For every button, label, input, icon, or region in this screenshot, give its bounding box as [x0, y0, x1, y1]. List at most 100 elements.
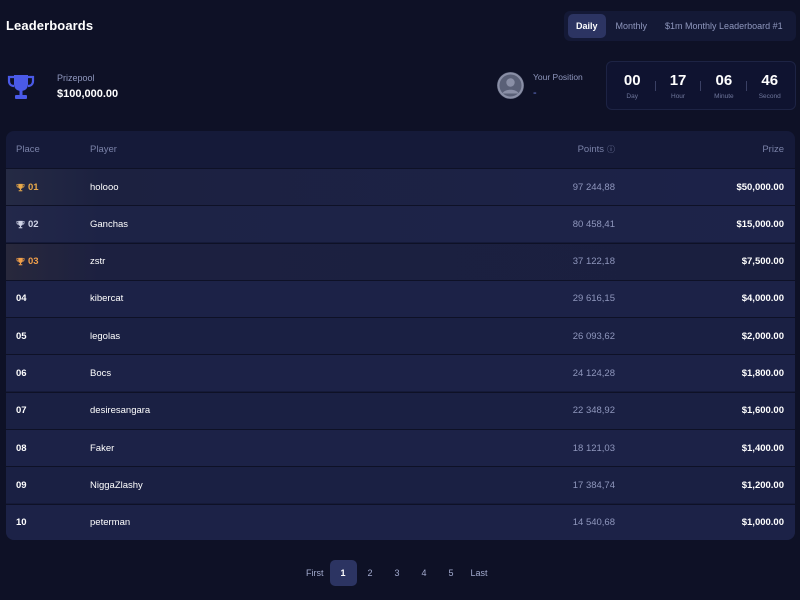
column-header-player: Player — [90, 144, 117, 155]
column-header-place: Place — [16, 144, 40, 155]
row-place: 02 — [6, 219, 90, 230]
your-position-label: Your Position — [533, 72, 583, 82]
tab-daily[interactable]: Daily — [568, 14, 606, 38]
table-body: 01 holooo 97 244,88 $50,000.00 02 Ganchas 80 4… — [6, 168, 795, 540]
info-icon[interactable]: ⓘ — [607, 144, 615, 155]
column-header-prize: Prize — [762, 144, 784, 155]
pagination: First 12345 Last — [300, 560, 494, 586]
row-points: 14 540,68 — [572, 517, 615, 529]
page-4-button[interactable]: 4 — [411, 560, 438, 586]
page-1-button[interactable]: 1 — [329, 560, 357, 586]
row-player: peterman — [90, 517, 131, 529]
row-player: Ganchas — [90, 218, 129, 230]
countdown-second-value: 46 — [761, 71, 779, 89]
row-place: 10 — [6, 517, 90, 528]
countdown-timer: 00 Day 17 Hour 06 Minute 46 Second — [606, 61, 796, 110]
user-avatar-icon — [497, 72, 524, 99]
row-points: 29 616,15 — [572, 293, 615, 305]
row-points: 97 244,88 — [572, 181, 615, 193]
row-player: kibercat — [90, 293, 124, 305]
row-points: 17 384,74 — [572, 479, 615, 491]
row-place-value: 03 — [28, 256, 39, 268]
row-place-value: 05 — [16, 330, 27, 342]
row-player: desiresangara — [90, 405, 151, 417]
page-last-button[interactable]: Last — [465, 560, 494, 586]
row-player: holooo — [90, 181, 119, 193]
table-row: 02 Ganchas 80 458,41 $15,000.00 — [6, 205, 795, 243]
table-row: 06 Bocs 24 124,28 $1,800.00 — [6, 354, 795, 392]
row-prize: $1,800.00 — [741, 367, 784, 379]
row-prize: $50,000.00 — [736, 181, 784, 193]
countdown-day: 00 Day — [612, 72, 652, 100]
page-title: Leaderboards — [6, 18, 94, 33]
countdown-separator — [654, 80, 656, 91]
page-first-button[interactable]: First — [300, 560, 330, 586]
leaderboard-table: Place Player Points ⓘ Prize 01 holooo 97 24… — [6, 131, 795, 540]
column-header-points: Points ⓘ — [415, 144, 615, 155]
row-player: NiggaZlashy — [90, 479, 143, 491]
row-points: 22 348,92 — [572, 405, 615, 417]
row-player: legolas — [90, 330, 121, 342]
trophy-icon — [16, 183, 25, 191]
table-header: Place Player Points ⓘ Prize — [6, 131, 795, 168]
countdown-minute-label: Minute — [714, 92, 734, 100]
row-points: 26 093,62 — [572, 330, 615, 342]
trophy-icon — [16, 220, 25, 229]
row-place-value: 08 — [16, 442, 27, 454]
table-row: 07 desiresangara 22 348,92 $1,600.00 — [6, 391, 795, 429]
row-place: 08 — [6, 443, 90, 454]
period-tabs: Daily Monthly $1m Monthly Leaderboard #1 — [564, 11, 796, 41]
your-position-value: - — [533, 87, 537, 99]
countdown-hour: 17 Hour — [658, 72, 698, 100]
row-points: 80 458,41 — [572, 218, 615, 230]
table-row: 09 NiggaZlashy 17 384,74 $1,200.00 — [6, 466, 795, 504]
row-place-value: 10 — [16, 517, 27, 529]
row-place-value: 02 — [28, 218, 39, 230]
trophy-icon — [16, 257, 25, 266]
row-prize: $4,000.00 — [741, 293, 784, 305]
row-place-value: 09 — [16, 479, 27, 491]
tab-monthly[interactable]: Monthly — [608, 14, 656, 38]
row-place-value: 07 — [16, 405, 27, 417]
row-prize: $15,000.00 — [736, 218, 784, 230]
row-points: 37 122,18 — [572, 256, 615, 268]
countdown-minute-value: 06 — [715, 71, 733, 89]
table-row: 04 kibercat 29 616,15 $4,000.00 — [6, 279, 795, 317]
countdown-hour-label: Hour — [671, 92, 686, 100]
table-row: 08 Faker 18 121,03 $1,400.00 — [6, 429, 795, 467]
countdown-second-label: Second — [758, 92, 781, 100]
countdown-minute: 06 Minute — [704, 72, 744, 100]
row-prize: $1,600.00 — [741, 405, 784, 417]
column-header-points-label: Points — [577, 144, 604, 155]
row-prize: $1,400.00 — [741, 442, 784, 454]
countdown-day-value: 00 — [623, 71, 641, 89]
page-3-button[interactable]: 3 — [384, 560, 411, 586]
tab-1m-monthly-leaderboard[interactable]: $1m Monthly Leaderboard #1 — [657, 14, 791, 38]
prizepool-label: Prizepool — [57, 73, 95, 83]
row-points: 18 121,03 — [572, 442, 615, 454]
row-place: 05 — [6, 331, 90, 342]
table-row: 05 legolas 26 093,62 $2,000.00 — [6, 317, 795, 355]
row-place: 03 — [6, 256, 90, 267]
table-row: 01 holooo 97 244,88 $50,000.00 — [6, 168, 795, 205]
page-numbers: 12345 — [329, 560, 465, 586]
row-place-value: 06 — [16, 367, 27, 379]
row-player: Faker — [90, 442, 115, 454]
page-5-button[interactable]: 5 — [438, 560, 465, 586]
page-2-button[interactable]: 2 — [357, 560, 384, 586]
row-place: 06 — [6, 368, 90, 379]
countdown-separator — [746, 80, 748, 91]
row-prize: $2,000.00 — [741, 330, 784, 342]
row-player: Bocs — [90, 367, 112, 379]
row-prize: $7,500.00 — [741, 256, 784, 268]
countdown-second: 46 Second — [750, 72, 790, 100]
row-points: 24 124,28 — [572, 367, 615, 379]
prizepool-value: $100,000.00 — [57, 88, 119, 100]
row-prize: $1,000.00 — [741, 517, 784, 529]
row-prize: $1,200.00 — [741, 479, 784, 491]
row-place: 09 — [6, 480, 90, 491]
row-place: 01 — [6, 182, 90, 193]
countdown-separator — [700, 80, 702, 91]
trophy-icon — [7, 75, 35, 99]
row-place: 07 — [6, 405, 90, 416]
